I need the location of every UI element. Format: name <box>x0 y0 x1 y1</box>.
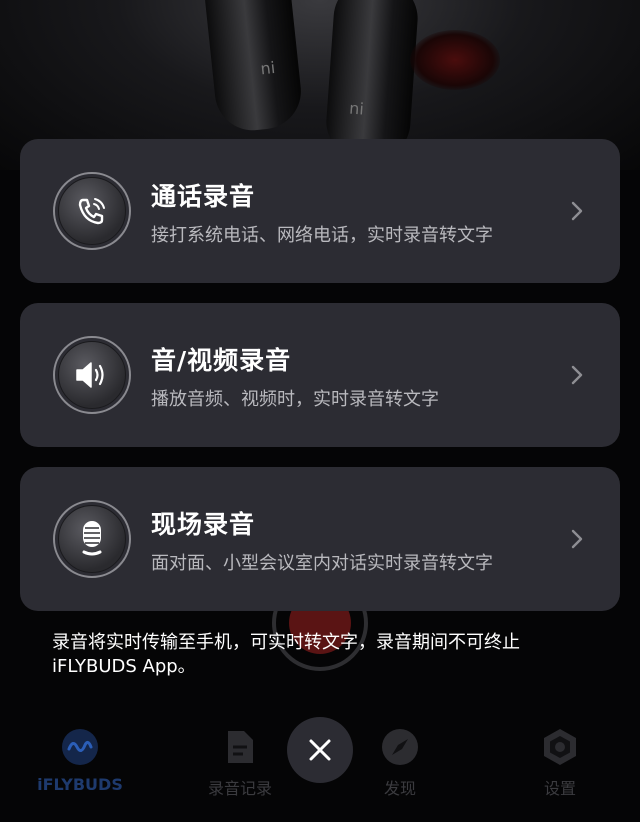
notice-line-1: 录音将实时传输至手机，可实时转文字，录音期间不可终止 <box>52 632 520 653</box>
nav-label: 发现 <box>383 779 416 798</box>
option-title: 通话录音 <box>151 182 256 211</box>
nav-label: 设置 <box>543 779 576 798</box>
option-description: 接打系统电话、网络电话，实时录音转文字 <box>151 225 493 246</box>
onsite-recording-icon-ring <box>53 500 131 578</box>
option-onsite-recording[interactable]: 现场录音 面对面、小型会议室内对话实时录音转文字 <box>20 467 620 611</box>
nav-item-settings[interactable]: 设置 <box>505 727 615 799</box>
option-call-recording[interactable]: 通话录音 接打系统电话、网络电话，实时录音转文字 <box>20 139 620 283</box>
notice-line-2: iFLYBUDS App。 <box>52 656 196 677</box>
chevron-right-icon <box>571 529 583 549</box>
nav-item-records[interactable]: 录音记录 <box>185 727 295 799</box>
option-media-recording[interactable]: 音/视频录音 播放音频、视频时，实时录音转文字 <box>20 303 620 447</box>
chevron-right-icon <box>571 201 583 221</box>
close-icon <box>309 739 331 761</box>
document-icon <box>228 731 253 763</box>
media-recording-icon-ring <box>53 336 131 414</box>
close-button[interactable] <box>287 717 353 783</box>
call-recording-icon-ring <box>53 172 131 250</box>
nav-label: iFLYBUDS <box>37 775 123 794</box>
hexagon-gear-icon <box>544 729 576 765</box>
compass-icon <box>382 729 418 765</box>
nav-item-iflybuds[interactable]: iFLYBUDS <box>25 727 135 794</box>
option-description: 播放音频、视频时，实时录音转文字 <box>151 389 439 410</box>
option-description: 面对面、小型会议室内对话实时录音转文字 <box>151 553 493 574</box>
recording-notice: 录音将实时传输至手机，可实时转文字，录音期间不可终止 iFLYBUDS App。 <box>52 631 612 679</box>
bottom-nav: iFLYBUDS 录音记录 发现 设置 <box>0 715 640 822</box>
option-title: 音/视频录音 <box>151 346 292 375</box>
nav-label: 录音记录 <box>207 779 272 798</box>
phone-call-icon <box>58 177 126 245</box>
earbud-tip-image <box>410 30 500 90</box>
nav-item-discover[interactable]: 发现 <box>345 727 455 799</box>
speaker-icon <box>58 341 126 409</box>
earbud-logo: ni <box>348 98 365 119</box>
earbud-logo: ni <box>259 57 277 79</box>
microphone-icon <box>58 505 126 573</box>
iflybuds-wave-icon <box>62 729 98 765</box>
option-title: 现场录音 <box>151 510 256 539</box>
chevron-right-icon <box>571 365 583 385</box>
